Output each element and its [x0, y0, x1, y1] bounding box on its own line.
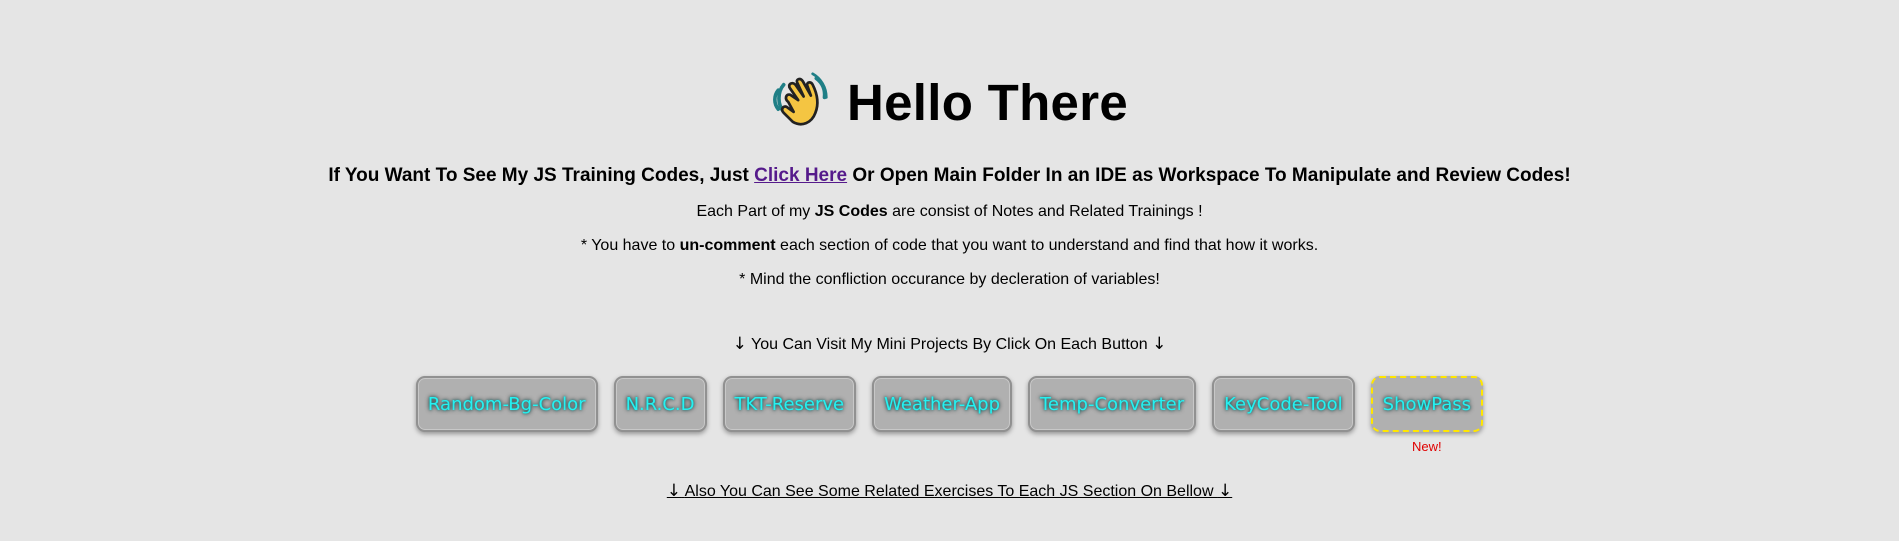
project-wrap: KeyCode-Tool [1212, 376, 1355, 432]
project-wrap: Weather-App [872, 376, 1012, 432]
project-wrap: ShowPass New! [1370, 376, 1484, 454]
down-arrow-icon: ↓ [666, 481, 682, 501]
header: Hello There [0, 72, 1899, 130]
notes-line-1: Each Part of my JS Codes are consist of … [696, 203, 1203, 220]
project-button-weather-app[interactable]: Weather-App [872, 376, 1012, 432]
js-codes-bold: JS Codes [814, 203, 888, 220]
project-wrap: N.R.C.D [613, 376, 707, 432]
new-badge: New! [1412, 439, 1442, 454]
project-wrap: Random-Bg-Color [415, 376, 598, 432]
intro-prefix: If You Want To See My JS Training Codes,… [328, 165, 755, 186]
related-exercises-link[interactable]: ↓ Also You Can See Some Related Exercise… [0, 481, 1899, 502]
uncomment-bold: un-comment [679, 237, 776, 254]
down-arrow-icon: ↓ [1217, 481, 1233, 501]
notes-line-3: * Mind the confliction occurance by decl… [739, 271, 1160, 288]
intro-headline: If You Want To See My JS Training Codes,… [0, 164, 1899, 188]
down-arrow-icon: ↓ [732, 334, 747, 354]
project-button-tkt-reserve[interactable]: TKT-Reserve [722, 376, 857, 432]
project-wrap: Temp-Converter [1028, 376, 1197, 432]
intro-suffix: Or Open Main Folder In an IDE as Workspa… [847, 165, 1571, 186]
project-buttons: Random-Bg-Color N.R.C.D TKT-Reserve Weat… [0, 376, 1899, 454]
click-here-link[interactable]: Click Here [754, 165, 847, 186]
page-title: Hello There [846, 73, 1129, 131]
projects-heading: ↓ You Can Visit My Mini Projects By Clic… [732, 334, 1167, 354]
project-button-showpass[interactable]: ShowPass [1370, 376, 1484, 432]
notes-line-2: * You have to un-comment each section of… [580, 237, 1319, 254]
project-button-random-bg-color[interactable]: Random-Bg-Color [415, 376, 598, 432]
project-button-temp-converter[interactable]: Temp-Converter [1028, 376, 1197, 432]
project-button-keycode-tool[interactable]: KeyCode-Tool [1212, 376, 1355, 432]
project-wrap: TKT-Reserve [722, 376, 857, 432]
waving-hand-icon [773, 72, 828, 126]
project-button-nrcd[interactable]: N.R.C.D [613, 376, 707, 432]
down-arrow-icon: ↓ [1152, 334, 1167, 354]
